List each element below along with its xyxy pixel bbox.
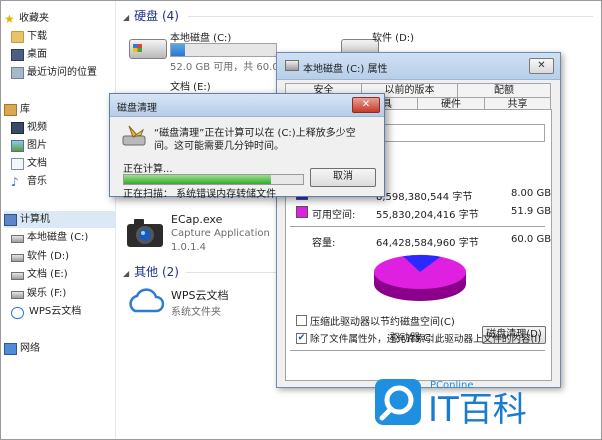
disk-cleanup-icon xyxy=(122,125,146,146)
index-checkbox[interactable]: ✔ xyxy=(296,333,307,344)
navigation-pane: ★ 收藏夹 下载 桌面 最近访问的位置 库 视频 图片 文档 ♪ 音乐 计算机 … xyxy=(1,1,116,438)
drive-e-name: 文档 (E:) xyxy=(170,82,211,93)
nav-favorites-label: 收藏夹 xyxy=(19,13,49,24)
nav-desktop-label: 桌面 xyxy=(27,49,47,60)
drive-icon xyxy=(11,235,24,243)
video-icon xyxy=(11,122,24,134)
nav-pictures-label: 图片 xyxy=(27,140,47,151)
network-icon xyxy=(4,343,17,355)
collapse-triangle-icon: ◢ xyxy=(123,13,130,22)
ecap-description: Capture Application xyxy=(171,228,270,239)
nav-documents-label: 文档 xyxy=(27,158,47,169)
divider xyxy=(290,350,545,351)
cloud-icon xyxy=(11,307,24,319)
compress-checkbox[interactable] xyxy=(296,315,307,326)
used-space-bytes: 8,598,380,544 字节 xyxy=(376,192,473,203)
cleanup-status: 正在计算... xyxy=(123,164,173,175)
hard-drive-icon xyxy=(129,39,167,59)
nav-drive-c-label: 本地磁盘 (C:) xyxy=(27,232,89,243)
used-space-size: 8.00 GB xyxy=(511,188,552,199)
drive-icon xyxy=(11,254,24,262)
drive-e-tile[interactable]: 文档 (E:) xyxy=(125,75,225,95)
close-icon: ✕ xyxy=(361,99,371,110)
ecap-item[interactable]: ECap.exe Capture Application 1.0.1.4 xyxy=(126,211,276,259)
nav-drive-d-label: 软件 (D:) xyxy=(27,251,70,262)
pconline-logo: PConline IT百科 xyxy=(360,366,590,432)
drive-d-name: 软件 (D:) xyxy=(372,33,415,44)
downloads-folder-icon xyxy=(11,31,24,43)
capacity-bytes: 64,428,584,960 字节 xyxy=(376,238,479,249)
collapse-triangle-icon: ◢ xyxy=(123,269,130,278)
wps-cloud-item[interactable]: WPS云文档 系统文件夹 xyxy=(126,285,276,319)
nav-libraries-label: 库 xyxy=(20,104,30,115)
volume-label-input[interactable] xyxy=(383,124,545,142)
nav-videos-label: 视频 xyxy=(27,122,47,133)
wps-name: WPS云文档 xyxy=(171,289,229,302)
close-icon: ✕ xyxy=(537,60,546,71)
disk-cleanup-dialog: 磁盘清理 ✕ “磁盘清理”正在计算可以在 (C:)上释放多少空 间。这可能需要几… xyxy=(109,93,385,200)
windows-logo-icon xyxy=(133,44,142,52)
cancel-button[interactable]: 取消 xyxy=(310,168,376,187)
nav-computer-label: 计算机 xyxy=(20,214,50,225)
cloud-icon xyxy=(129,288,164,313)
drive-c-tile[interactable]: 本地磁盘 (C:) 52.0 GB 可用，共 60.0 xyxy=(125,27,279,73)
computer-icon xyxy=(4,214,17,226)
desktop-icon xyxy=(11,49,24,61)
cleanup-message-line2: 间。这可能需要几分钟时间。 xyxy=(154,141,284,152)
nav-wps-label: WPS云文档 xyxy=(29,306,82,317)
nav-drive-f-label: 娱乐 (F:) xyxy=(27,288,67,299)
checkmark-icon: ✔ xyxy=(297,333,306,343)
recent-places-icon xyxy=(11,67,24,79)
free-space-label: 可用空间: xyxy=(312,210,356,221)
nav-recent-label: 最近访问的位置 xyxy=(27,67,97,78)
other-group-title: 其他 (2) xyxy=(134,265,179,279)
drive-c-free-text: 52.0 GB 可用，共 60.0 xyxy=(170,62,279,73)
wps-description: 系统文件夹 xyxy=(171,307,221,318)
document-icon xyxy=(11,158,24,170)
free-space-swatch xyxy=(296,206,308,218)
close-button[interactable]: ✕ xyxy=(529,58,554,74)
capacity-size: 60.0 GB xyxy=(511,234,552,245)
group-divider xyxy=(188,16,593,17)
close-button[interactable]: ✕ xyxy=(352,97,380,113)
properties-title: 本地磁盘 (C:) 属性 xyxy=(303,64,388,75)
nav-computer[interactable]: 计算机 xyxy=(4,211,116,228)
cleanup-title: 磁盘清理 xyxy=(117,103,157,114)
index-label: 除了文件属性外，还允许索引此驱动器上文件的内容(I) xyxy=(310,334,541,345)
star-icon: ★ xyxy=(4,12,15,26)
cleanup-titlebar: 磁盘清理 ✕ xyxy=(110,94,384,117)
compress-label: 压缩此驱动器以节约磁盘空间(C) xyxy=(310,317,455,328)
picture-icon xyxy=(11,140,24,152)
cleanup-progress-bar xyxy=(123,174,304,185)
hdd-group-header[interactable]: ◢ 硬盘 (4) xyxy=(123,7,179,24)
tab-quota[interactable]: 配额 xyxy=(457,83,551,97)
nav-network-label: 网络 xyxy=(20,343,40,354)
capacity-label: 容量: xyxy=(312,238,336,249)
nav-drive-e-label: 文档 (E:) xyxy=(27,269,68,280)
free-space-size: 51.9 GB xyxy=(511,206,552,217)
other-group-header[interactable]: ◢ 其他 (2) xyxy=(123,263,179,280)
ecap-version: 1.0.1.4 xyxy=(171,242,206,253)
drive-icon xyxy=(11,291,24,299)
disk-usage-pie xyxy=(374,255,466,301)
camera-icon xyxy=(127,219,163,247)
logo-brand-big: IT百科 xyxy=(428,390,527,430)
drive-c-name: 本地磁盘 (C:) xyxy=(170,33,232,44)
group-divider xyxy=(186,272,278,273)
drive-c-usage-bar xyxy=(170,43,277,57)
pconline-logo-icon xyxy=(375,379,421,425)
nav-music-label: 音乐 xyxy=(27,176,47,187)
library-icon xyxy=(4,104,17,116)
drive-icon xyxy=(11,272,24,280)
properties-titlebar: 本地磁盘 (C:) 属性 ✕ xyxy=(277,53,560,80)
nav-downloads-label: 下载 xyxy=(27,31,47,42)
free-space-bytes: 55,830,204,416 字节 xyxy=(376,210,479,221)
hdd-group-title: 硬盘 (4) xyxy=(134,9,179,23)
drive-icon xyxy=(285,60,299,71)
music-note-icon: ♪ xyxy=(11,175,19,189)
cleanup-scanning-text: 正在扫描： 系统错误内存转储文件 xyxy=(123,189,277,200)
divider xyxy=(290,226,545,227)
ecap-name: ECap.exe xyxy=(171,213,223,226)
